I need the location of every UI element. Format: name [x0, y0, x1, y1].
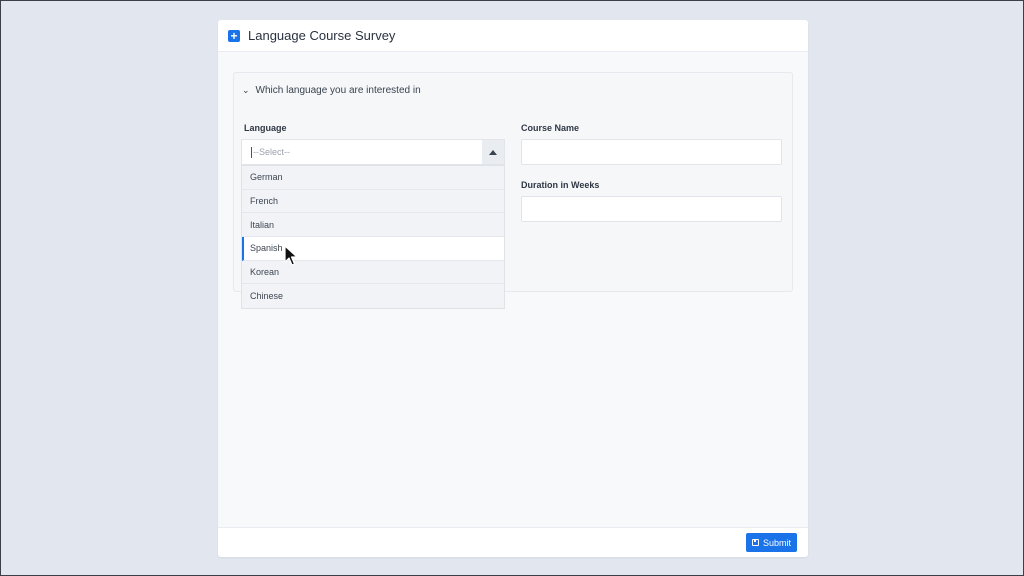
window-header: + Language Course Survey [218, 20, 808, 52]
plus-square-icon: + [228, 29, 240, 42]
course-name-input[interactable] [521, 139, 782, 165]
language-select-placeholder: --Select-- [253, 147, 291, 157]
dropdown-option-german[interactable]: German [242, 166, 504, 190]
dropdown-option-spanish[interactable]: Spanish [242, 237, 504, 261]
dropdown-option-italian[interactable]: Italian [242, 213, 504, 238]
duration-input[interactable] [521, 196, 782, 222]
section-toggle[interactable]: ⌄ Which language you are interested in [242, 85, 421, 96]
duration-label: Duration in Weeks [521, 180, 600, 190]
chevron-down-icon: ⌄ [242, 85, 250, 95]
submit-button[interactable]: Submit [746, 533, 797, 552]
language-dropdown-list: German French Italian Spanish Korean Chi… [241, 165, 505, 310]
dropdown-option-french[interactable]: French [242, 190, 504, 214]
section-toggle-label: Which language you are interested in [255, 85, 421, 96]
language-section: ⌄ Which language you are interested in L… [233, 72, 793, 310]
dropdown-option-chinese[interactable]: Chinese [242, 284, 504, 308]
mouse-cursor-icon [284, 245, 298, 266]
language-label: Language [244, 123, 287, 133]
dropdown-option-korean[interactable]: Korean [242, 261, 504, 285]
window-footer: Submit [218, 527, 808, 557]
course-name-label: Course Name [521, 123, 580, 133]
text-caret [251, 146, 252, 158]
submit-label: Submit [762, 537, 791, 548]
save-icon [751, 539, 759, 546]
language-select[interactable]: --Select-- [241, 139, 505, 165]
caret-up-icon [489, 149, 497, 155]
page-title: Language Course Survey [248, 28, 396, 43]
select-toggle-button[interactable] [482, 140, 504, 164]
survey-window: + Language Course Survey ⌄ Which languag… [218, 20, 808, 557]
